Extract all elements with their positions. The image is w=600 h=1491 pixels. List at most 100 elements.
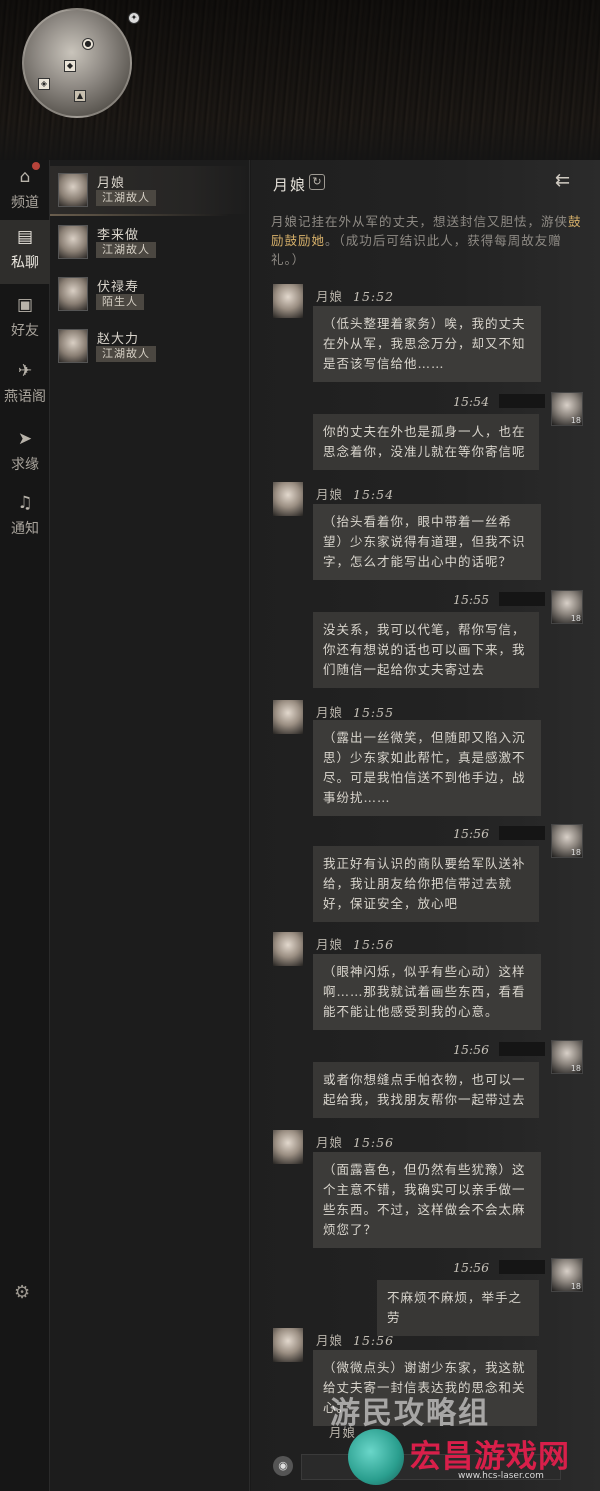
relation-tag: 江湖故人 xyxy=(96,242,156,258)
avatar xyxy=(58,277,88,311)
message-header: 月娘 15:56 xyxy=(316,1132,394,1151)
map-marker-icon: ◈ xyxy=(38,78,50,90)
message-bubble: （面露喜色，但仍然有些犹豫）这个主意不错，我确实可以亲手做一些东西。不过，这样做… xyxy=(313,1152,541,1248)
nav-label: 私聊 xyxy=(11,255,39,271)
site-logo: 宏昌游戏网 www.hcs-laser.com xyxy=(348,1425,598,1489)
chat-title: 月娘 xyxy=(273,176,308,194)
player-marker-icon: ▲ xyxy=(74,90,86,102)
message-bubble: 不麻烦不麻烦，举手之劳 xyxy=(377,1280,539,1336)
sender-name: 月娘 xyxy=(316,937,344,952)
logo-mark-icon xyxy=(348,1429,404,1485)
relation-tag: 陌生人 xyxy=(96,294,144,310)
nav-label: 求缘 xyxy=(11,457,39,473)
message-bubble: （露出一丝微笑，但随即又陷入沉思）少东家如此帮忙，真是感激不尽。可是我怕信送不到… xyxy=(313,720,541,816)
avatar xyxy=(273,700,303,734)
map-marker-icon: ● xyxy=(82,38,94,50)
intro-text: 月娘记挂在外从军的丈夫，想送封信又胆怯，游侠 xyxy=(271,214,569,229)
refresh-icon[interactable]: ↻ xyxy=(309,174,325,190)
house-icon: ⌂ xyxy=(19,167,31,187)
voice-input-icon[interactable]: ◉ xyxy=(273,1456,293,1476)
message-bubble: 或者你想缝点手帕衣物，也可以一起给我，我找朋友帮你一起带过去 xyxy=(313,1062,539,1118)
message-bubble: 没关系，我可以代笔，帮你写信，你还有想说的话也可以画下来，我们随信一起给你丈夫寄… xyxy=(313,612,539,688)
nav-item-qiuyuan[interactable]: ➤ 求缘 xyxy=(0,422,50,486)
message-time: 15:56 xyxy=(453,826,490,841)
collapse-panel-icon[interactable]: ⇇ xyxy=(555,170,583,192)
nav-label: 频道 xyxy=(11,195,39,211)
chat-panel: 月娘 ↻ ⇇ 月娘记挂在外从军的丈夫，想送封信又胆怯，游侠鼓励鼓励她。（成功后可… xyxy=(251,160,600,1491)
message-time: 15:56 xyxy=(453,1042,490,1057)
notification-dot xyxy=(32,162,40,170)
bell-icon: ♫ xyxy=(17,493,33,513)
contact-name: 赵大力 xyxy=(97,332,140,347)
message-time: 15:54 xyxy=(353,487,395,502)
avatar xyxy=(58,329,88,363)
avatar xyxy=(273,932,303,966)
nav-item-private-chat[interactable]: ▤ 私聊 xyxy=(0,220,50,284)
avatar: 18 xyxy=(551,824,583,858)
sender-name: 月娘 xyxy=(316,1135,344,1150)
avatar xyxy=(273,284,303,318)
sender-name: 月娘 xyxy=(316,487,344,502)
message-bubble: （抬头看着你，眼中带着一丝希望）少东家说得有道理，但我不识字，怎么才能写出心中的… xyxy=(313,504,541,580)
chat-bubble-icon: ▤ xyxy=(16,227,34,247)
sender-name: 月娘 xyxy=(316,1333,344,1348)
nav-label: 通知 xyxy=(11,521,39,537)
message-time: 15:56 xyxy=(353,1333,395,1348)
avatar: 18 xyxy=(551,392,583,426)
message-bubble: 你的丈夫在外也是孤身一人，也在思念着你，没准儿就在等你寄信呢 xyxy=(313,414,539,470)
message-header: 月娘 15:54 xyxy=(316,484,394,503)
avatar xyxy=(58,225,88,259)
swallow-icon: ✈ xyxy=(17,361,33,381)
avatar: 18 xyxy=(551,590,583,624)
contact-name: 李来做 xyxy=(97,228,140,243)
contact-item[interactable]: 伏禄寿 陌生人 xyxy=(50,270,250,318)
contact-card-icon: ▣ xyxy=(16,295,34,315)
avatar: 18 xyxy=(551,1040,583,1074)
contact-name: 月娘 xyxy=(97,176,126,191)
level-badge: 18 xyxy=(570,416,581,425)
contact-item[interactable]: 月娘 江湖故人 xyxy=(50,166,250,216)
message-header: 月娘 15:56 xyxy=(316,934,394,953)
nav-item-friends[interactable]: ▣ 好友 xyxy=(0,288,50,352)
map-marker-icon: ◆ xyxy=(64,60,76,72)
level-badge: 18 xyxy=(570,614,581,623)
left-navigation: ⌂ 频道 ▤ 私聊 ▣ 好友 ✈ 燕语阁 ➤ 求缘 ♫ 通知 ⚙ xyxy=(0,160,50,1491)
redacted-player-name xyxy=(499,1042,545,1056)
redacted-player-name xyxy=(499,592,545,606)
message-time: 15:55 xyxy=(353,705,395,720)
nav-item-channel[interactable]: ⌂ 频道 xyxy=(0,160,50,224)
message-bubble: （低头整理着家务）唉，我的丈夫在外从军，我思念万分，却又不知是否该写信给他…… xyxy=(313,306,541,382)
message-time: 15:52 xyxy=(353,289,395,304)
quest-intro: 月娘记挂在外从军的丈夫，想送封信又胆怯，游侠鼓励鼓励她。（成功后可结识此人，获得… xyxy=(271,212,589,269)
gear-icon[interactable]: ⚙ xyxy=(14,1282,36,1304)
message-time: 15:56 xyxy=(353,1135,395,1150)
nav-item-yanyuge[interactable]: ✈ 燕语阁 xyxy=(0,354,50,418)
contact-item[interactable]: 李来做 江湖故人 xyxy=(50,218,250,266)
avatar xyxy=(273,482,303,516)
game-scene-background: ● ◆ ◈ ▲ ✦ xyxy=(0,0,600,160)
message-time: 15:55 xyxy=(453,592,490,607)
message-header: 月娘 15:55 xyxy=(316,702,394,721)
message-time: 15:56 xyxy=(453,1260,490,1275)
contact-item[interactable]: 赵大力 江湖故人 xyxy=(50,322,250,370)
message-header: 月娘 15:56 xyxy=(316,1330,394,1349)
message-bubble: （眼神闪烁，似乎有些心动）这样啊……那我就试着画些东西，看看能不能让他感受到我的… xyxy=(313,954,541,1030)
message-time: 15:56 xyxy=(353,937,395,952)
level-badge: 18 xyxy=(570,1064,581,1073)
logo-text: 宏昌游戏网 xyxy=(410,1439,570,1475)
redacted-player-name xyxy=(499,826,545,840)
avatar xyxy=(273,1130,303,1164)
redacted-player-name xyxy=(499,1260,545,1274)
sender-name: 月娘 xyxy=(316,289,344,304)
avatar xyxy=(273,1328,303,1362)
message-bubble: 我正好有认识的商队要给军队送补给，我让朋友给你把信带过去就好，保证安全，放心吧 xyxy=(313,846,539,922)
level-badge: 18 xyxy=(570,848,581,857)
avatar: 18 xyxy=(551,1258,583,1292)
relation-tag: 江湖故人 xyxy=(96,190,156,206)
message-time: 15:54 xyxy=(453,394,490,409)
minimap[interactable]: ● ◆ ◈ ▲ xyxy=(22,8,132,118)
relation-tag: 江湖故人 xyxy=(96,346,156,362)
nav-item-notifications[interactable]: ♫ 通知 xyxy=(0,486,50,550)
sender-name: 月娘 xyxy=(316,705,344,720)
contact-list: 月娘 江湖故人 李来做 江湖故人 伏禄寿 陌生人 赵大力 江湖故人 xyxy=(50,160,250,1491)
